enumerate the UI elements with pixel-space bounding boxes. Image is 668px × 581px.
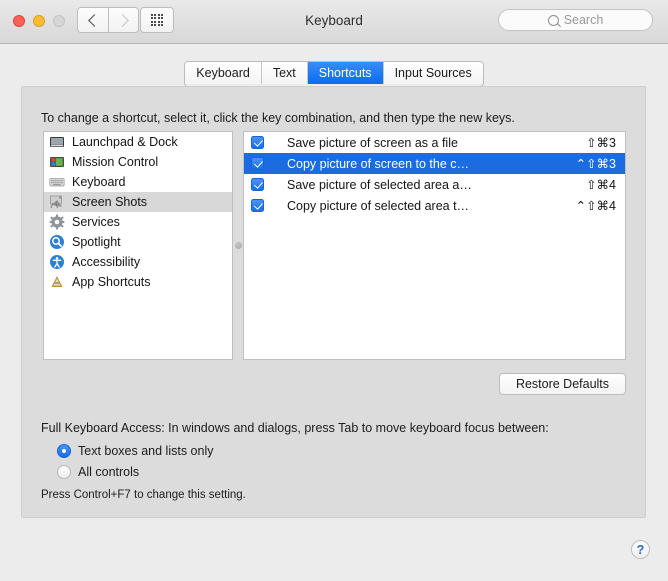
shortcut-name: Save picture of selected area a… [287,177,472,192]
sidebar-label: Launchpad & Dock [72,135,178,149]
sidebar-item-screen-shots[interactable]: Screen Shots [44,192,232,212]
tab-keyboard[interactable]: Keyboard [185,62,262,84]
shortcut-checkbox[interactable] [251,157,264,170]
shortcut-keys[interactable]: ⌃⇧⌘3 [576,156,616,171]
sidebar-item-mission-control[interactable]: Mission Control [44,152,232,172]
radio-button[interactable] [57,465,71,479]
sidebar-label: Accessibility [72,255,141,269]
sidebar-label: Spotlight [72,235,121,249]
divider-grip-icon [234,242,242,249]
tab-bar: Keyboard Text Shortcuts Input Sources [0,61,668,87]
sidebar-item-services[interactable]: Services [44,212,232,232]
tab-text[interactable]: Text [261,62,308,84]
shortcut-checkbox[interactable] [251,136,264,149]
launchpad-dock-icon [49,134,65,150]
table-row[interactable]: Save picture of screen as a file ⇧⌘3 [244,132,625,153]
sidebar-label: Screen Shots [72,195,148,209]
restore-defaults-button[interactable]: Restore Defaults [499,373,626,395]
table-row[interactable]: Save picture of selected area a… ⇧⌘4 [244,174,625,195]
services-gear-icon [49,214,65,230]
shortcut-keys[interactable]: ⇧⌘3 [586,135,616,150]
radio-label: Text boxes and lists only [78,444,214,458]
keyboard-preferences-window: Keyboard Search Keyboard Text Shortcuts … [0,0,668,581]
sidebar-label: Keyboard [72,175,126,189]
instruction-text: To change a shortcut, select it, click t… [41,111,515,125]
sidebar-item-keyboard[interactable]: Keyboard [44,172,232,192]
radio-all-controls[interactable]: All controls [57,465,139,479]
shortcut-keys[interactable]: ⌃⇧⌘4 [576,198,616,213]
tab-shortcuts[interactable]: Shortcuts [307,62,384,84]
shortcut-name: Copy picture of selected area t… [287,198,470,213]
keyboard-access-hint: Press Control+F7 to change this setting. [41,489,246,501]
help-button[interactable]: ? [631,540,650,559]
sidebar-item-app-shortcuts[interactable]: App Shortcuts [44,272,232,292]
table-row[interactable]: Copy picture of screen to the c… ⌃⇧⌘3 [244,153,625,174]
search-field[interactable]: Search [498,9,653,31]
sidebar-item-spotlight[interactable]: Spotlight [44,232,232,252]
sidebar-label: App Shortcuts [72,275,151,289]
sidebar-label: Services [72,215,120,229]
sidebar-item-launchpad-dock[interactable]: Launchpad & Dock [44,132,232,152]
shortcut-name: Save picture of screen as a file [287,135,458,150]
radio-text-boxes-and-lists-only[interactable]: Text boxes and lists only [57,444,214,458]
mission-control-icon [49,154,65,170]
shortcut-checkbox[interactable] [251,178,264,191]
sidebar-label: Mission Control [72,155,159,169]
title-bar: Keyboard Search [0,0,668,44]
sidebar-item-accessibility[interactable]: Accessibility [44,252,232,272]
shortcut-keys[interactable]: ⇧⌘4 [586,177,616,192]
keyboard-icon [49,174,65,190]
radio-label: All controls [78,465,140,479]
shortcut-category-list[interactable]: Launchpad & Dock Mission Control Keyboar… [43,131,233,360]
radio-button[interactable] [57,444,71,458]
table-row[interactable]: Copy picture of selected area t… ⌃⇧⌘4 [244,195,625,216]
shortcut-checkbox[interactable] [251,199,264,212]
app-shortcuts-icon [49,274,65,290]
screen-shots-icon [49,194,65,210]
full-keyboard-access-label: Full Keyboard Access: In windows and dia… [41,421,549,435]
search-icon [547,14,559,26]
accessibility-icon [49,254,65,270]
spotlight-icon [49,234,65,250]
tab-group: Keyboard Text Shortcuts Input Sources [184,61,484,87]
split-divider[interactable] [233,131,243,360]
tab-input-sources[interactable]: Input Sources [383,62,483,84]
shortcut-name: Copy picture of screen to the c… [287,156,470,171]
shortcut-list[interactable]: Save picture of screen as a file ⇧⌘3 Cop… [243,131,626,360]
search-placeholder: Search [563,13,604,27]
